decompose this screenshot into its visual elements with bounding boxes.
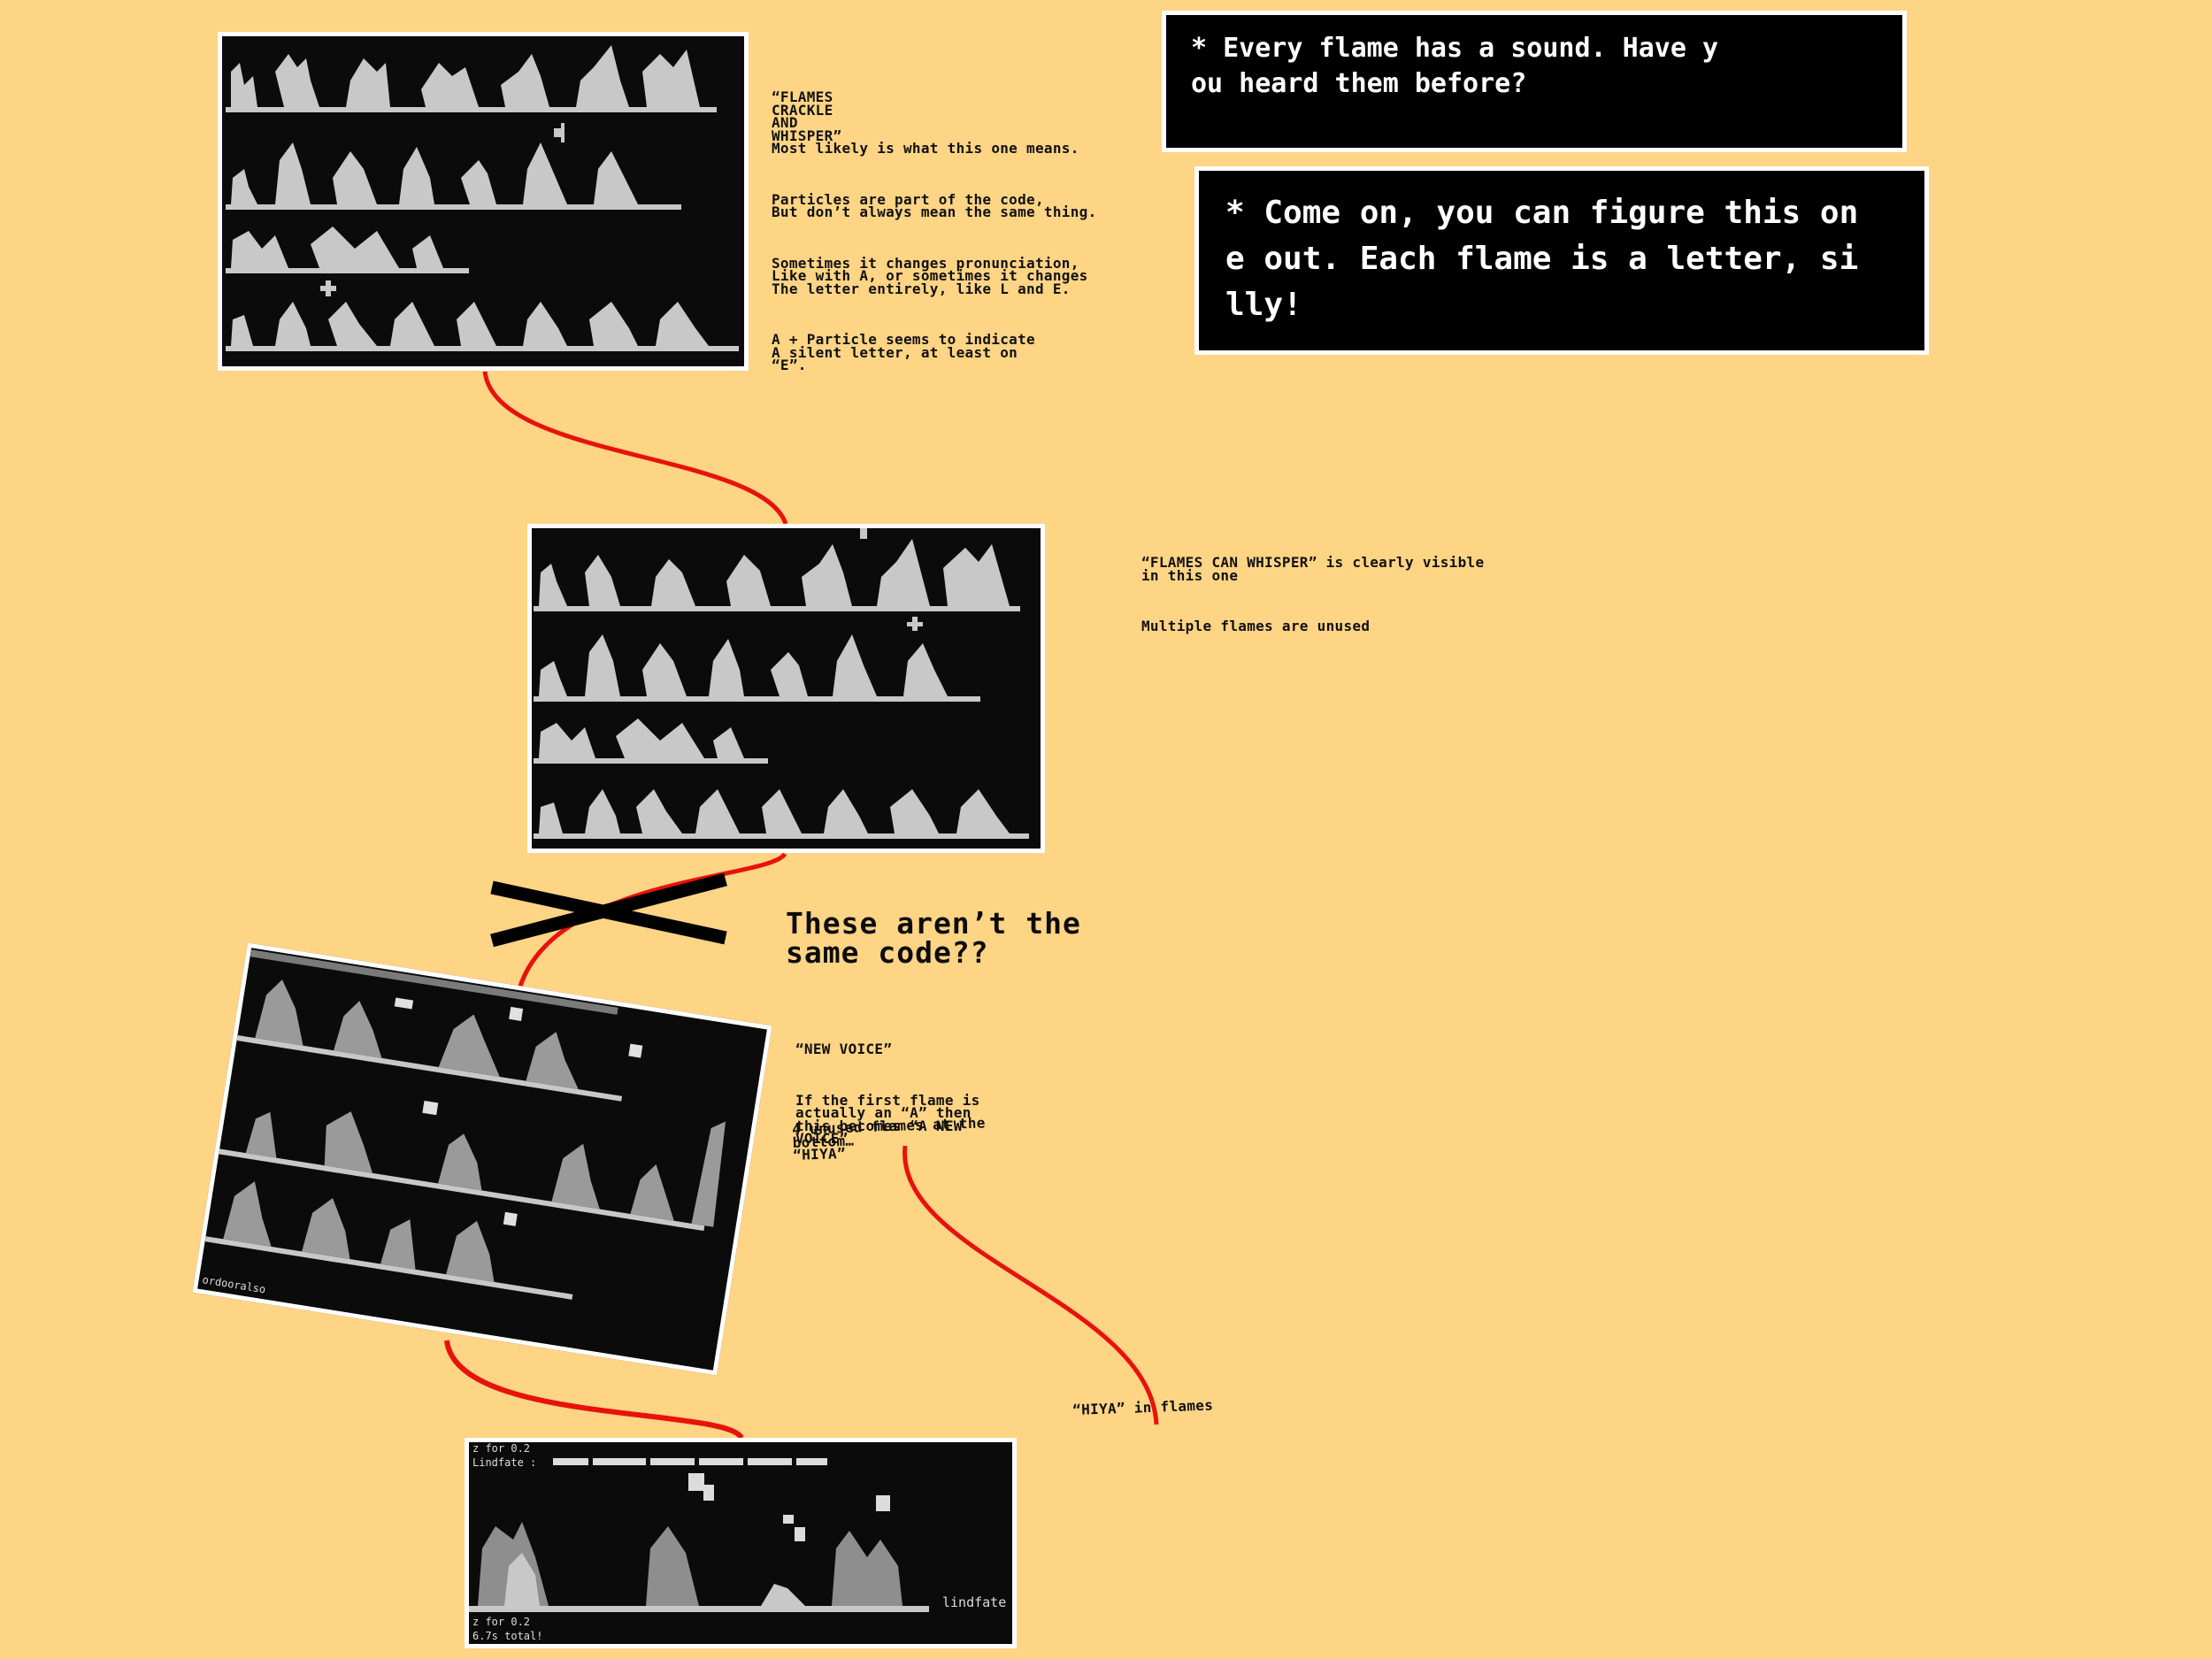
note-panel3-unused: 4 unused flames at the bottom… “HIYA” [791,1114,986,1164]
note-panel1-pronunciation: Sometimes it changes pronunciation, Like… [772,254,1088,297]
note-panel2-visible: “FLAMES CAN WHISPER” is clearly visible … [1141,554,1485,584]
note-panel1-particles: Particles are part of the code, But don’… [772,190,1097,220]
question-heading: These aren’t the same code?? [786,906,1081,970]
flame-glyphs-image [534,528,1029,839]
flame-glyphs-image [226,45,739,351]
note-panel2-unused: Multiple flames are unused [1141,618,1371,634]
panel4-bottom-line1: z for 0.2 [472,1616,531,1628]
flame-panel-can-whisper [527,524,1045,853]
note-panel2: “FLAMES CAN WHISPER” is clearly visible … [1141,531,1484,658]
note-panel3-title: “NEW VOICE” [795,1041,893,1057]
note-panel1-title: “FLAMES CRACKLE AND WHISPER” Most likely… [772,88,1079,157]
dialog-box-sound: * Every flame has a sound. Have y ou hea… [1162,11,1907,152]
cross-out-mark [490,872,727,948]
panel4-right-label: lindfate [942,1594,1007,1610]
flame-glyphs-image [469,1458,929,1612]
note-panel1: “FLAMES CRACKLE AND WHISPER” Most likely… [772,65,1097,397]
dialog-box-figure-out: * Come on, you can figure this on e out.… [1194,166,1929,355]
connector-panel1-to-panel2 [482,371,788,525]
flame-panel-hiya: z for 0.2 Lindfate : lindfate z for 0.2 … [465,1438,1017,1648]
flame-panel-crackle-whisper [218,32,749,371]
connector-note-to-hiya [902,1145,1159,1425]
panel4-bottom-line2: 6.7s total! [472,1630,543,1642]
note-panel1-silent: A + Particle seems to indicate A silent … [772,331,1035,373]
